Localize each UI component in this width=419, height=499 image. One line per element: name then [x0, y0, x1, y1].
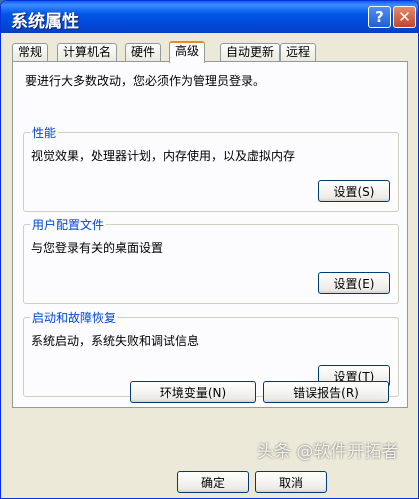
- system-properties-window: 系统属性 ? ✕ 常规 计算机名 硬件 高级 自动更新 远程 要进行大多数改动，…: [0, 0, 419, 499]
- tab-computer-name[interactable]: 计算机名: [57, 43, 118, 61]
- admin-notice: 要进行大多数改动，您必须作为管理员登录。: [25, 74, 266, 88]
- tab-general[interactable]: 常规: [12, 43, 49, 61]
- performance-group: 性能 视觉效果，处理器计划，内存使用，以及虚拟内存 设置(S): [23, 124, 399, 212]
- help-button[interactable]: ?: [368, 6, 391, 28]
- environment-variables-button[interactable]: 环境变量(N): [130, 381, 256, 403]
- error-reporting-button[interactable]: 错误报告(R): [263, 381, 389, 403]
- tab-hardware[interactable]: 硬件: [125, 43, 162, 61]
- tab-advanced[interactable]: 高级: [169, 41, 206, 63]
- window-title: 系统属性: [11, 12, 79, 32]
- tab-automatic-updates[interactable]: 自动更新: [220, 43, 281, 61]
- close-icon: ✕: [398, 8, 411, 26]
- cancel-button[interactable]: 取消: [255, 471, 327, 493]
- startup-recovery-description: 系统启动，系统失败和调试信息: [31, 334, 200, 348]
- user-profiles-group: 用户配置文件 与您登录有关的桌面设置 设置(E): [23, 216, 399, 304]
- close-button[interactable]: ✕: [393, 6, 416, 28]
- performance-group-title: 性能: [30, 124, 59, 141]
- advanced-tab-panel: 要进行大多数改动，您必须作为管理员登录。 性能 视觉效果，处理器计划，内存使用，…: [12, 61, 408, 408]
- user-profiles-settings-button[interactable]: 设置(E): [318, 272, 390, 294]
- performance-description: 视觉效果，处理器计划，内存使用，以及虚拟内存: [31, 149, 296, 163]
- user-profiles-description: 与您登录有关的桌面设置: [31, 241, 164, 255]
- tab-remote[interactable]: 远程: [280, 43, 317, 61]
- title-bar[interactable]: 系统属性 ? ✕: [1, 1, 418, 33]
- help-icon: ?: [375, 8, 384, 26]
- performance-settings-button[interactable]: 设置(S): [318, 180, 390, 202]
- startup-recovery-group-title: 启动和故障恢复: [30, 309, 119, 326]
- user-profiles-group-title: 用户配置文件: [30, 216, 107, 233]
- ok-button[interactable]: 确定: [177, 471, 249, 493]
- dialog-body: 常规 计算机名 硬件 高级 自动更新 远程 要进行大多数改动，您必须作为管理员登…: [4, 33, 417, 497]
